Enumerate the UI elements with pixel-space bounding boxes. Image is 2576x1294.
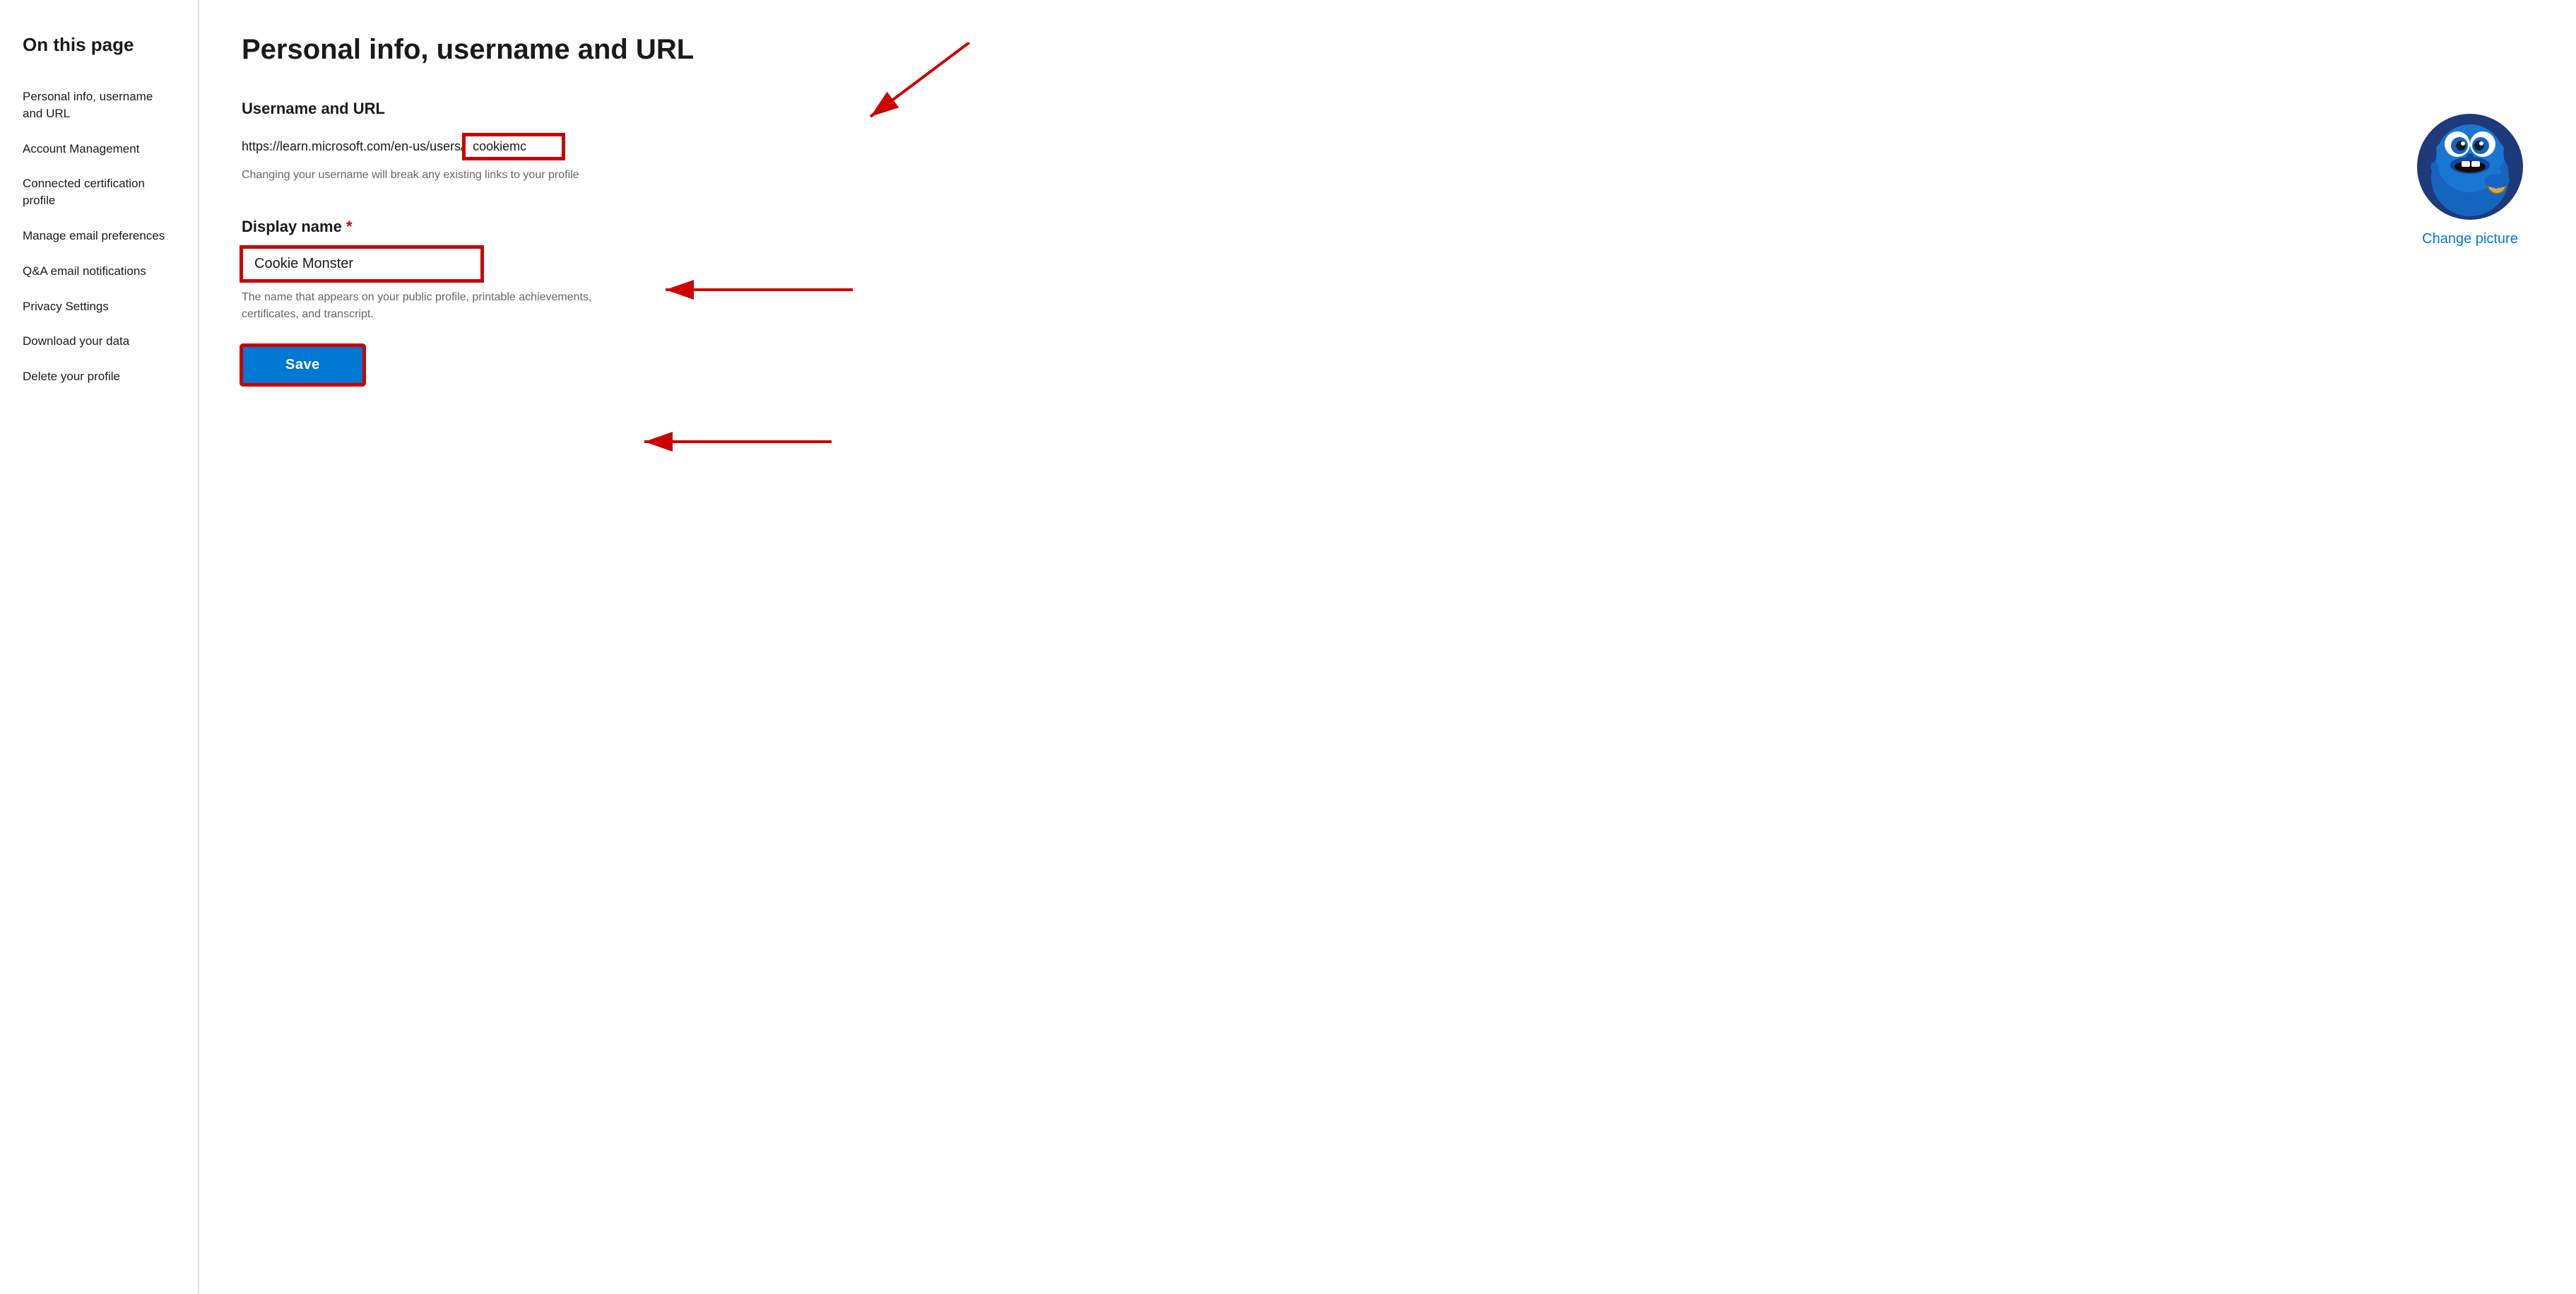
- display-name-hint: The name that appears on your public pro…: [242, 289, 595, 323]
- sidebar-link-delete-profile[interactable]: Delete your profile: [23, 361, 175, 392]
- sidebar-link-privacy-settings[interactable]: Privacy Settings: [23, 291, 175, 322]
- sidebar-item-account-management[interactable]: Account Management: [23, 134, 175, 165]
- sidebar-link-download-data[interactable]: Download your data: [23, 326, 175, 357]
- username-hint: Changing your username will break any ex…: [242, 167, 595, 184]
- save-button-wrapper: Save: [242, 346, 364, 384]
- sidebar-link-qa-notifications[interactable]: Q&A email notifications: [23, 256, 175, 287]
- required-star: *: [346, 218, 353, 235]
- sidebar-item-delete-profile[interactable]: Delete your profile: [23, 361, 175, 392]
- sidebar-item-qa-notifications[interactable]: Q&A email notifications: [23, 256, 175, 287]
- sidebar-item-connected-certification[interactable]: Connected certification profile: [23, 168, 175, 216]
- save-button[interactable]: Save: [242, 346, 364, 384]
- username-row: https://learn.microsoft.com/en-us/users/: [242, 135, 2378, 158]
- content-left: Username and URL https://learn.microsoft…: [242, 100, 2378, 384]
- display-name-input-wrapper: [242, 247, 482, 281]
- sidebar-link-account-management[interactable]: Account Management: [23, 134, 175, 165]
- profile-picture-area: Change picture: [2406, 114, 2534, 247]
- display-name-section: Display name * The name that appears on …: [242, 218, 2378, 384]
- sidebar-title: On this page: [23, 34, 175, 56]
- display-name-input[interactable]: [242, 247, 482, 281]
- avatar: [2417, 114, 2523, 220]
- username-input-wrapper: [464, 135, 563, 158]
- sidebar-link-personal-info[interactable]: Personal info, username and URL: [23, 81, 175, 129]
- sidebar-link-connected-certification[interactable]: Connected certification profile: [23, 168, 175, 216]
- main-content: Personal info, username and URL Username…: [199, 0, 2576, 1294]
- sidebar-item-download-data[interactable]: Download your data: [23, 326, 175, 357]
- username-input[interactable]: [464, 135, 563, 158]
- avatar-image: [2421, 117, 2519, 216]
- sidebar-item-manage-email[interactable]: Manage email preferences: [23, 220, 175, 252]
- sidebar-item-privacy-settings[interactable]: Privacy Settings: [23, 291, 175, 322]
- change-picture-link[interactable]: Change picture: [2422, 231, 2518, 247]
- page-title: Personal info, username and URL: [242, 34, 2534, 66]
- content-row: Username and URL https://learn.microsoft…: [242, 100, 2534, 384]
- sidebar-link-manage-email[interactable]: Manage email preferences: [23, 220, 175, 252]
- sidebar: On this page Personal info, username and…: [0, 0, 198, 1294]
- annotation-arrow-3: [637, 420, 835, 463]
- url-base: https://learn.microsoft.com/en-us/users/: [242, 139, 464, 154]
- sidebar-item-personal-info[interactable]: Personal info, username and URL: [23, 81, 175, 129]
- username-section-title: Username and URL: [242, 100, 2378, 118]
- sidebar-nav: Personal info, username and URL Account …: [23, 81, 175, 392]
- display-name-label: Display name *: [242, 218, 2378, 236]
- username-section: Username and URL https://learn.microsoft…: [242, 100, 2378, 184]
